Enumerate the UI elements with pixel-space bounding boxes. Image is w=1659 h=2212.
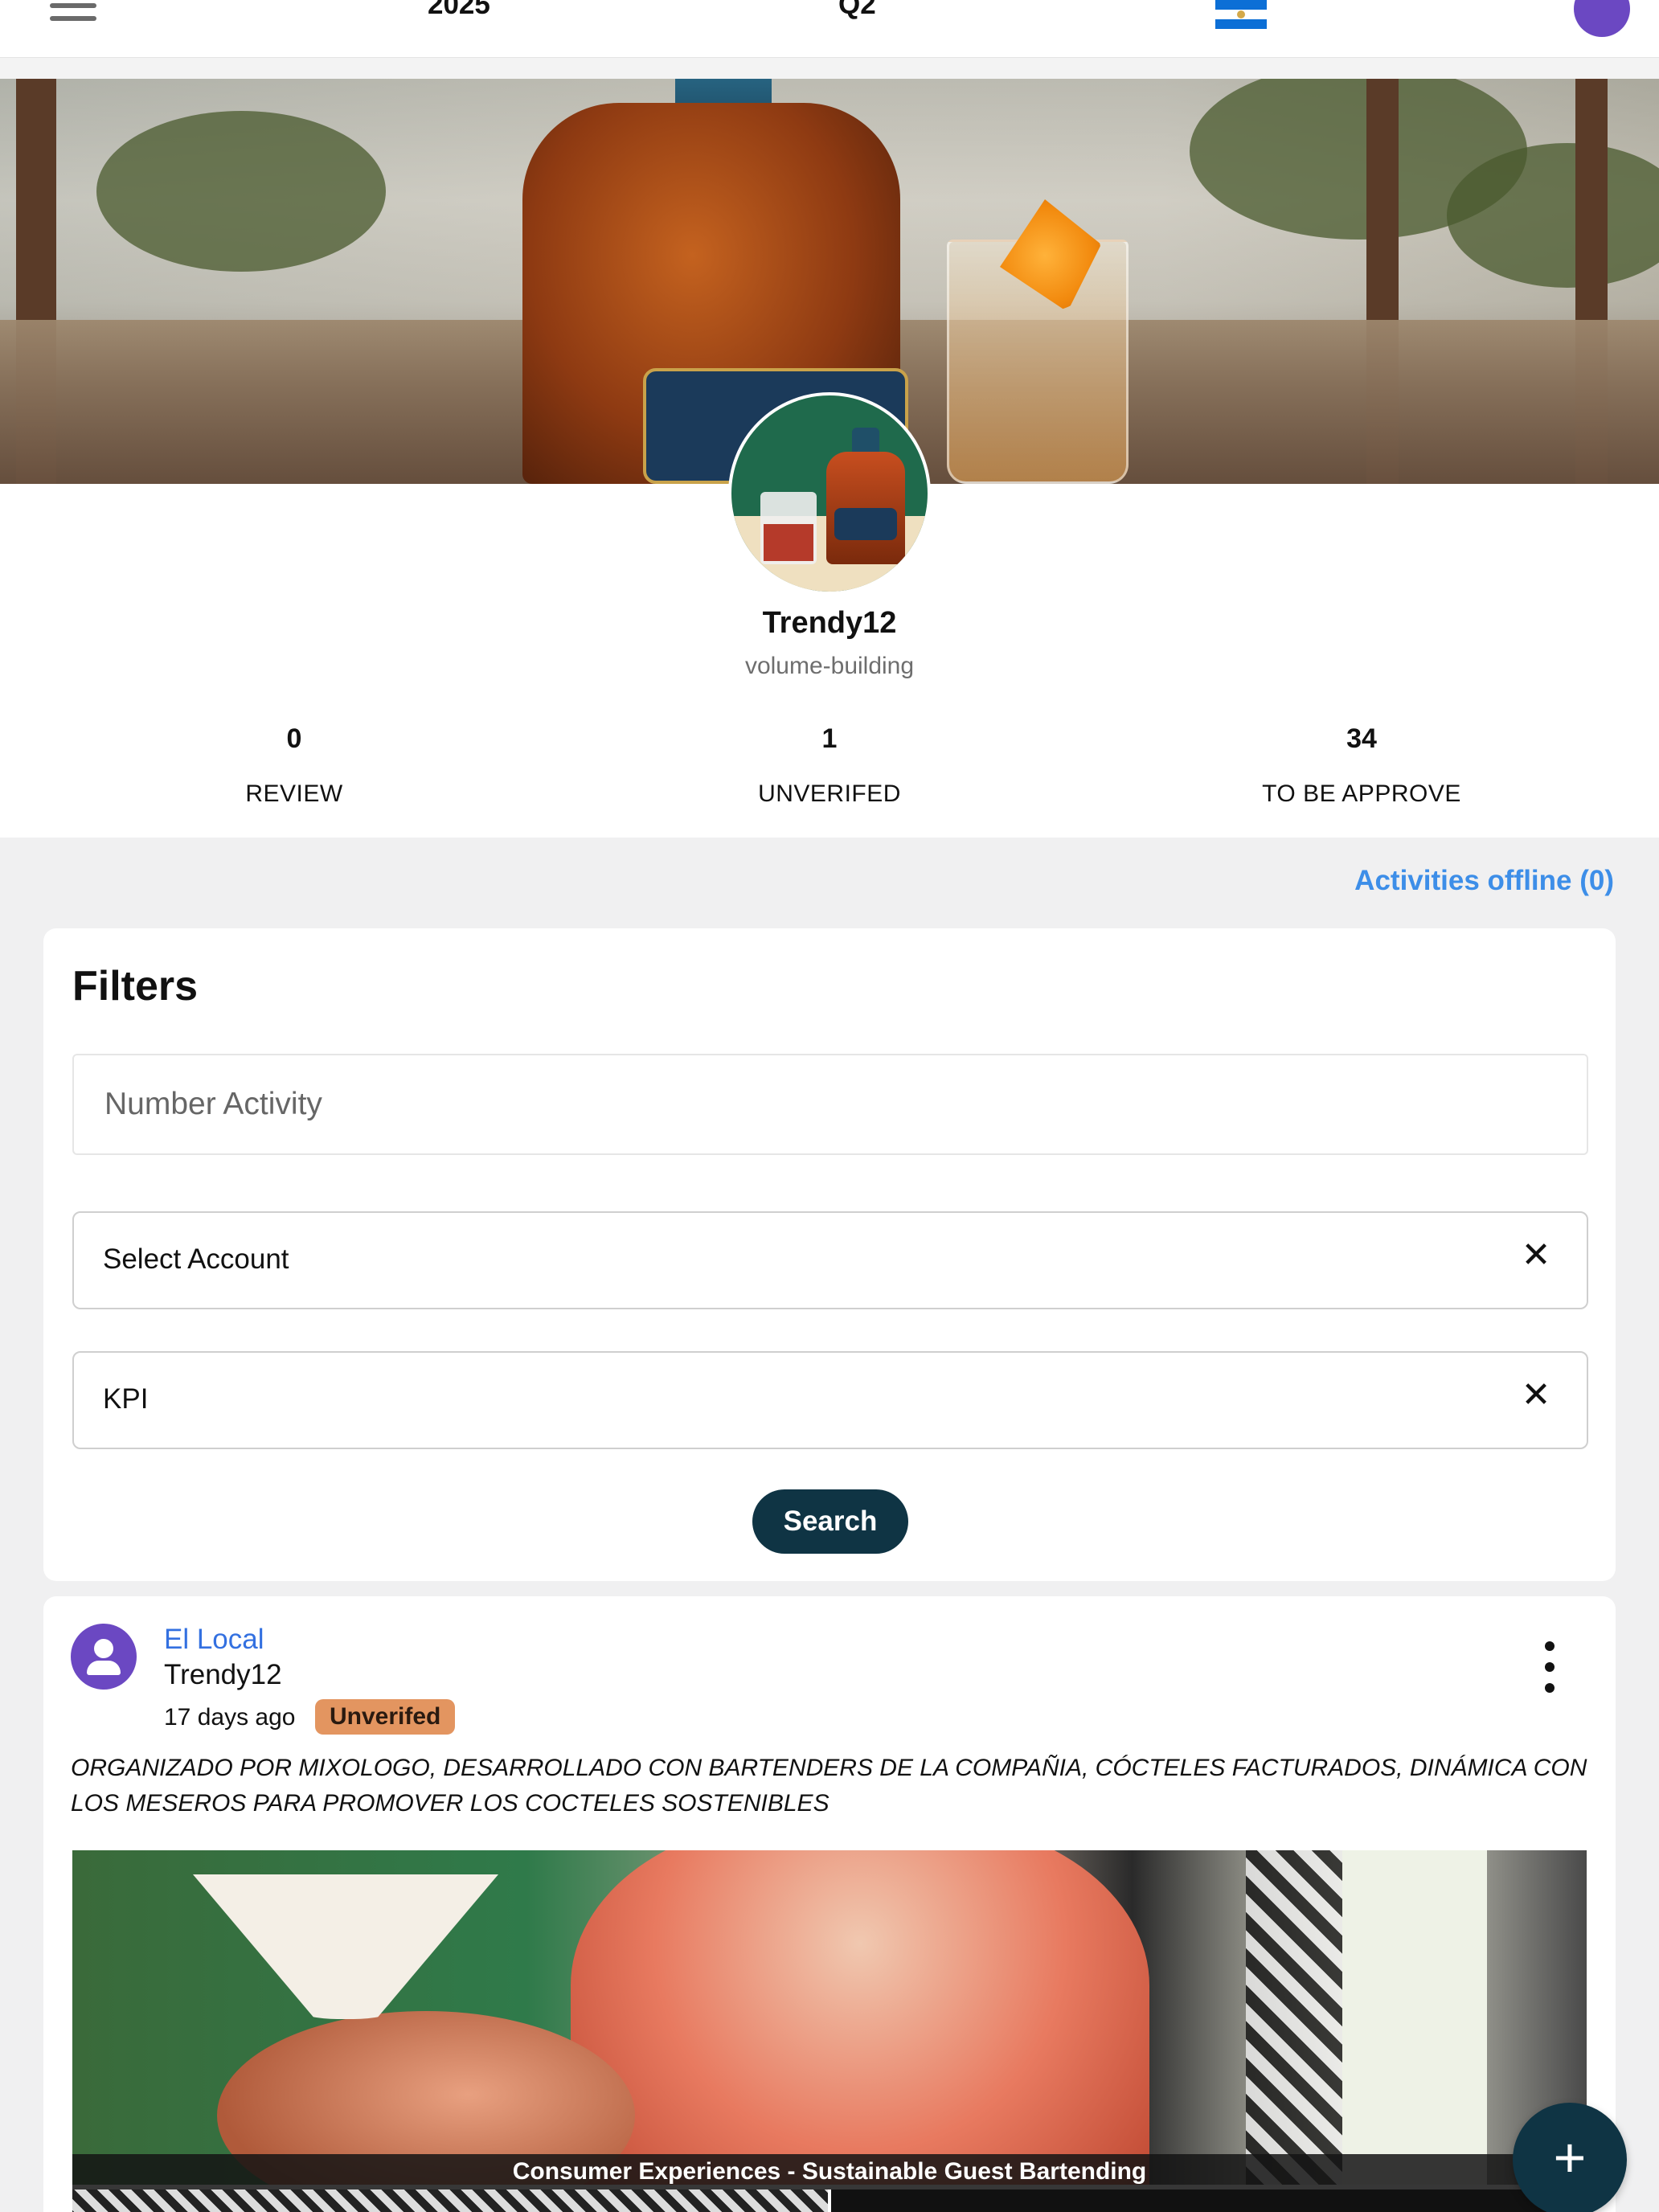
topbar-divider	[0, 58, 1659, 79]
year-selector[interactable]: 2025	[428, 0, 490, 21]
activities-offline-link[interactable]: Activities offline (0)	[1354, 865, 1614, 897]
activity-card[interactable]: El Local Trendy12 17 days ago Unverifed …	[43, 1596, 1616, 2212]
number-activity-input[interactable]	[72, 1054, 1588, 1155]
filters-card: Filters Select Account ✕ KPI ✕ Search	[43, 928, 1616, 1581]
profile-name: Trendy12	[762, 606, 897, 640]
more-options-icon[interactable]	[1534, 1641, 1566, 1698]
quarter-selector[interactable]: Q2	[838, 0, 876, 21]
stat-review[interactable]: 0 REVIEW	[69, 723, 519, 808]
activity-account-link[interactable]: El Local	[164, 1624, 264, 1656]
photo-thumbnails[interactable]	[72, 2189, 1587, 2212]
menu-icon[interactable]	[47, 0, 103, 29]
activity-caption: Consumer Experiences - Sustainable Guest…	[72, 2154, 1587, 2189]
activity-user: Trendy12	[164, 1659, 282, 1690]
stat-unverified[interactable]: 1 UNVERIFED	[604, 723, 1055, 808]
top-app-bar: 2025 Q2	[0, 0, 1659, 58]
select-account-value: Select Account	[103, 1243, 289, 1275]
stat-value: 1	[821, 723, 838, 754]
search-button[interactable]: Search	[752, 1489, 908, 1554]
kpi-dropdown[interactable]: KPI ✕	[72, 1351, 1588, 1449]
stat-label: UNVERIFED	[758, 780, 901, 807]
status-badge: Unverifed	[315, 1699, 456, 1735]
stat-label: TO BE APPROVE	[1262, 780, 1461, 807]
add-activity-button[interactable]: +	[1513, 2103, 1627, 2212]
profile-role: volume-building	[744, 653, 915, 679]
person-icon	[71, 1624, 137, 1690]
select-account-dropdown[interactable]: Select Account ✕	[72, 1211, 1588, 1309]
activity-photo[interactable]	[72, 1850, 1587, 2185]
activity-description: ORGANIZADO POR MIXOLOGO, DESARROLLADO CO…	[71, 1755, 1587, 1817]
country-flag-icon[interactable]	[1215, 0, 1267, 29]
kpi-value: KPI	[103, 1383, 149, 1415]
stat-value: 34	[1346, 723, 1377, 754]
stat-label: REVIEW	[245, 780, 343, 807]
activity-time: 17 days ago	[164, 1704, 296, 1731]
user-avatar[interactable]	[1574, 0, 1630, 37]
filters-title: Filters	[72, 963, 199, 1010]
stat-to-be-approve[interactable]: 34 TO BE APPROVE	[1137, 723, 1587, 808]
profile-avatar	[728, 392, 931, 595]
stat-value: 0	[286, 723, 302, 754]
clear-kpi-icon[interactable]: ✕	[1516, 1375, 1556, 1415]
clear-account-icon[interactable]: ✕	[1516, 1235, 1556, 1276]
